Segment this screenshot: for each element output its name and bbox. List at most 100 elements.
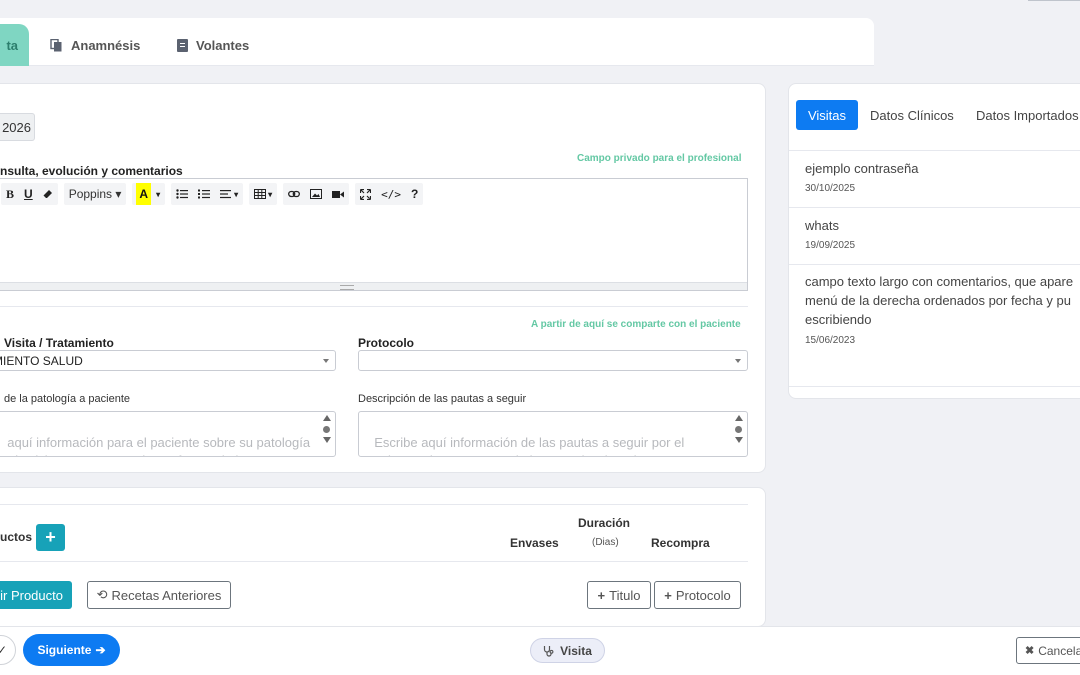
copy-icon — [50, 38, 62, 51]
tab-volantes[interactable]: Volantes — [177, 24, 249, 66]
list-divider — [789, 386, 1080, 387]
visit-badge[interactable]: Visita — [530, 638, 605, 663]
underline-button[interactable]: U — [19, 183, 38, 205]
ordered-list-button[interactable] — [193, 183, 215, 205]
section-divider — [0, 306, 748, 307]
image-button[interactable] — [305, 183, 327, 205]
video-button[interactable] — [327, 183, 349, 205]
column-dias: (Dias) — [592, 537, 619, 548]
visit-type-value: MIENTO SALUD — [0, 353, 83, 368]
stethoscope-icon — [543, 645, 554, 657]
bold-button[interactable]: B — [1, 183, 19, 205]
tab-volantes-label: Volantes — [196, 37, 250, 53]
chevron-down-icon — [735, 359, 741, 363]
visit-type-select[interactable]: MIENTO SALUD — [0, 350, 336, 371]
next-label: Siguiente — [37, 643, 92, 657]
guidelines-label: Descripción de las pautas a seguir — [358, 393, 527, 405]
add-product-button[interactable]: ir Producto — [0, 581, 72, 609]
column-recompra: Recompra — [651, 536, 710, 550]
notes-label: nsulta, evolución y comentarios — [0, 164, 183, 178]
fullscreen-button[interactable] — [355, 183, 376, 205]
next-button[interactable]: Siguiente ➔ — [23, 634, 120, 666]
link-button[interactable] — [283, 183, 305, 205]
tab-anamnesis[interactable]: Anamnésis — [50, 24, 140, 66]
bullet-list-button[interactable] — [171, 183, 193, 205]
add-title-button[interactable]: + Titulo — [587, 581, 651, 609]
top-edge-line — [1028, 0, 1080, 1]
close-icon: ✖ — [1025, 645, 1035, 657]
pathology-label: de la patología a paciente — [4, 393, 130, 405]
editor-resize-handle[interactable] — [0, 282, 747, 290]
chevron-down-icon — [323, 359, 329, 363]
date-value: 2026 — [2, 119, 31, 135]
image-icon — [310, 189, 323, 199]
help-button[interactable]: ? — [406, 183, 423, 205]
video-icon — [332, 190, 345, 198]
visit-item-date: 30/10/2025 — [805, 183, 856, 194]
visit-item-title[interactable]: ejemplo contraseña — [805, 161, 918, 176]
tab-anamnesis-label: Anamnésis — [71, 37, 141, 53]
products-top-divider — [0, 504, 748, 505]
cancel-button[interactable]: ✖ Cancelar — [1016, 637, 1080, 664]
tab-datos-clinicos[interactable]: Datos Clínicos — [870, 100, 954, 130]
eraser-button[interactable] — [38, 183, 58, 205]
plus-icon: + — [597, 587, 606, 603]
textarea-scrollbar[interactable] — [734, 415, 743, 453]
tab-visita[interactable]: ta — [0, 24, 29, 66]
pathology-placeholder: aquí información para el paciente sobre … — [0, 435, 311, 456]
font-select[interactable]: Poppins ▾ — [64, 183, 127, 205]
pathology-textarea[interactable]: aquí información para el paciente sobre … — [0, 411, 336, 457]
file-icon — [177, 38, 188, 52]
list-divider — [789, 207, 1080, 208]
private-note: Campo privado para el profesional — [577, 153, 742, 164]
section-tabs: ta Anamnésis Volantes — [0, 18, 874, 66]
visit-item-title[interactable]: campo texto largo con comentarios, que a… — [805, 272, 1080, 329]
table-button[interactable]: ▾ — [249, 183, 277, 205]
guidelines-placeholder: Escribe aquí información de las pautas a… — [367, 435, 685, 456]
align-icon — [220, 190, 232, 199]
notes-editor[interactable]: B U Poppins ▾ A ▾ ▾ ▾ </> ? — [0, 178, 748, 291]
link-icon — [288, 190, 301, 198]
tab-visita-label: ta — [6, 37, 18, 53]
shared-note: A partir de aquí se comparte con el paci… — [531, 319, 741, 330]
column-envases: Envases — [510, 536, 559, 550]
visit-item-title[interactable]: whats — [805, 218, 839, 233]
visit-badge-label: Visita — [560, 643, 592, 658]
panel-tabs-divider — [789, 150, 1080, 151]
list-divider — [789, 264, 1080, 265]
textarea-scrollbar[interactable] — [322, 415, 331, 453]
editor-toolbar: B U Poppins ▾ A ▾ ▾ ▾ </> ? — [0, 179, 427, 209]
protocol-label: Protocolo — [358, 336, 414, 350]
visit-date-field[interactable]: 2026 — [0, 113, 35, 141]
products-title: uctos — [0, 530, 33, 544]
code-view-button[interactable]: </> — [376, 183, 406, 205]
add-title-label: Titulo — [609, 587, 641, 603]
list-ul-icon — [176, 189, 189, 199]
check-icon: ✓ — [0, 643, 7, 657]
add-protocol-button[interactable]: + Protocolo — [654, 581, 741, 609]
add-product-row-button[interactable]: + — [36, 524, 65, 551]
list-ol-icon — [198, 189, 211, 199]
align-button[interactable]: ▾ — [215, 183, 243, 205]
color-dropdown[interactable]: ▾ — [151, 183, 165, 205]
protocol-select[interactable] — [358, 350, 748, 371]
eraser-icon — [43, 190, 52, 198]
table-icon — [254, 189, 267, 199]
visit-item-date: 15/06/2023 — [805, 335, 856, 346]
tab-datos-importados[interactable]: Datos Importados — [976, 100, 1079, 130]
products-header-divider — [0, 561, 748, 562]
plus-icon: + — [664, 587, 672, 603]
cancel-label: Cancelar — [1038, 643, 1080, 658]
visit-item-date: 19/09/2025 — [805, 240, 856, 251]
tab-visitas[interactable]: Visitas — [796, 100, 858, 130]
previous-recipes-button[interactable]: ⟲ Recetas Anteriores — [87, 581, 231, 609]
visit-type-label: Visita / Tratamiento — [4, 336, 114, 350]
previous-recipes-label: Recetas Anteriores — [111, 587, 222, 603]
arrow-right-icon: ➔ — [95, 643, 106, 657]
add-protocol-label: Protocolo — [675, 587, 731, 603]
guidelines-textarea[interactable]: Escribe aquí información de las pautas a… — [358, 411, 748, 457]
expand-icon — [360, 188, 372, 200]
text-color-button[interactable]: A — [136, 183, 152, 205]
column-duracion: Duración — [578, 516, 631, 530]
font-name: Poppins — [68, 187, 113, 201]
